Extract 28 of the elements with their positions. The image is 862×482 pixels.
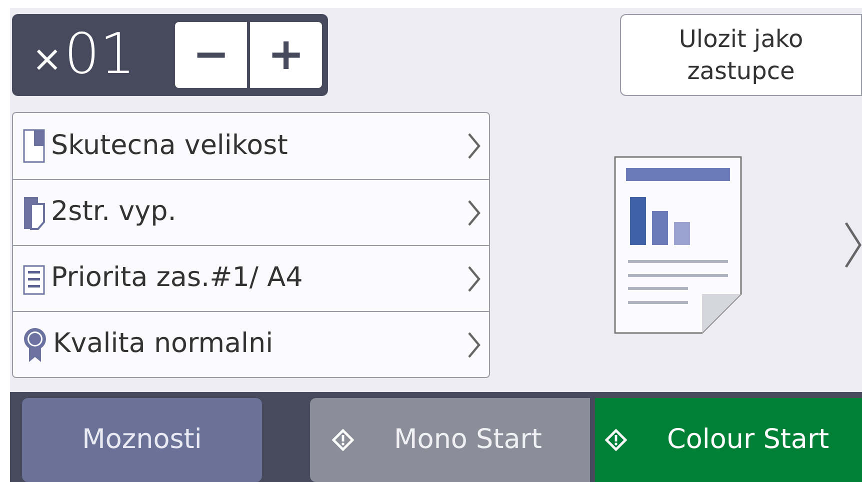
chevron-right-icon: [467, 132, 481, 160]
copies-count: 01: [64, 27, 136, 83]
increase-button[interactable]: +: [250, 22, 322, 88]
setting-row[interactable]: 2str. vyp.: [13, 179, 489, 245]
pages-icon: [23, 196, 45, 230]
setting-row[interactable]: Skutecna velikost: [13, 113, 489, 179]
button-label: Mono Start: [394, 422, 542, 457]
setting-row[interactable]: Priorita zas.#1/ A4: [13, 245, 489, 311]
chevron-right-icon: [467, 264, 481, 292]
chevron-right-icon: [467, 198, 481, 226]
start-icon: [332, 429, 354, 451]
setting-label: Priorita zas.#1/ A4: [51, 261, 303, 296]
multiplier-sign: ×: [32, 42, 62, 78]
setting-label: Skutecna velikost: [51, 128, 288, 163]
page-icon: [23, 129, 45, 163]
next-chevron-icon[interactable]: [844, 221, 862, 269]
setting-label: 2str. vyp.: [51, 195, 176, 230]
setting-label: Kvalita normalni: [53, 327, 274, 362]
start-icon: [605, 429, 627, 451]
button-label: Colour Start: [667, 422, 830, 457]
setting-row[interactable]: Kvalita normalni: [13, 311, 489, 377]
decrease-button[interactable]: −: [175, 22, 247, 88]
save-shortcut-button[interactable]: Ulozit jako zastupce: [620, 14, 862, 96]
ribbon-icon: [23, 326, 47, 362]
button-label: Moznosti: [82, 422, 202, 457]
chevron-right-icon: [467, 330, 481, 358]
start-button[interactable]: Colour Start: [595, 398, 862, 482]
options-button[interactable]: Moznosti: [22, 398, 262, 482]
